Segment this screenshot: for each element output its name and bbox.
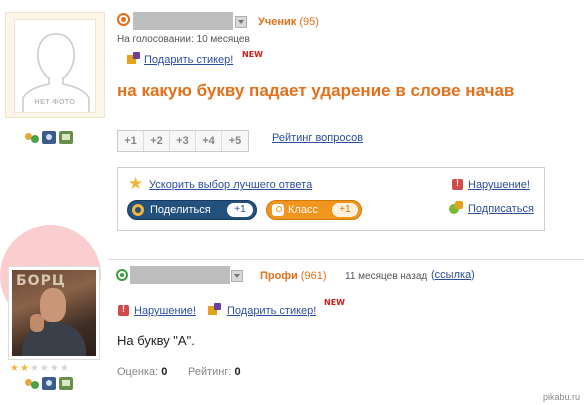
question-rating-buttons: +1 +2 +3 +4 +5 bbox=[117, 130, 249, 152]
no-photo-placeholder: НЕТ ФОТО bbox=[14, 19, 96, 113]
author-photo: БОРЦ bbox=[12, 270, 96, 356]
rate-plus-2-button[interactable]: +2 bbox=[144, 131, 170, 151]
share-label: Поделиться bbox=[150, 204, 211, 216]
report-violation-link[interactable]: Нарушение! bbox=[468, 179, 530, 191]
answer-author-rank: Профи (961) bbox=[260, 270, 326, 282]
answer-text: На букву "А". bbox=[117, 333, 195, 348]
share-count: +1 bbox=[227, 203, 253, 217]
author-menu-chevron-icon[interactable] bbox=[235, 16, 247, 28]
sticker-gift-icon bbox=[127, 52, 141, 65]
rank-score: (95) bbox=[299, 16, 319, 28]
share-button[interactable]: Поделиться +1 bbox=[127, 200, 257, 220]
no-photo-label: НЕТ ФОТО bbox=[34, 99, 76, 106]
video-icon[interactable] bbox=[59, 377, 73, 390]
star-empty-icon: ★ bbox=[29, 363, 39, 374]
class-label: Класс bbox=[288, 204, 318, 216]
people-icon[interactable] bbox=[25, 377, 39, 390]
rating-value: 0 bbox=[161, 366, 168, 378]
rate-plus-5-button[interactable]: +5 bbox=[222, 131, 248, 151]
question-actions-panel bbox=[117, 167, 545, 231]
camera-icon[interactable] bbox=[42, 131, 56, 144]
star-empty-icon: ★ bbox=[39, 363, 49, 374]
sticker-gift-icon bbox=[208, 303, 222, 316]
photo-face bbox=[40, 288, 66, 322]
reputation-value: 0 bbox=[234, 366, 241, 378]
online-status-icon bbox=[116, 269, 128, 281]
question-author-icons bbox=[25, 131, 73, 144]
odnoklassniki-icon bbox=[272, 204, 284, 216]
people-icon[interactable] bbox=[25, 131, 39, 144]
author-menu-chevron-icon[interactable] bbox=[231, 270, 243, 282]
rating-label: Оценка: bbox=[117, 366, 159, 378]
answer-author-name-redacted[interactable] bbox=[130, 266, 230, 284]
photo-hand bbox=[30, 314, 44, 332]
watermark: pikabu.ru bbox=[542, 392, 580, 402]
answer-author-avatar[interactable]: БОРЦ bbox=[8, 266, 100, 360]
class-count: +1 bbox=[332, 203, 358, 217]
mail-at-icon bbox=[132, 204, 144, 216]
answer-reputation: Рейтинг: 0 bbox=[188, 366, 241, 378]
rate-plus-1-button[interactable]: +1 bbox=[118, 131, 144, 151]
speed-up-best-answer-link[interactable]: Ускорить выбор лучшего ответа bbox=[149, 179, 312, 191]
rate-plus-4-button[interactable]: +4 bbox=[196, 131, 222, 151]
warning-icon bbox=[118, 304, 129, 316]
report-violation-link[interactable]: Нарушение! bbox=[134, 305, 196, 317]
rank-score: (961) bbox=[300, 270, 327, 282]
question-rating-link[interactable]: Рейтинг вопросов bbox=[272, 132, 363, 144]
star-filled-icon: ★ bbox=[10, 363, 19, 374]
answer-divider bbox=[108, 259, 584, 260]
star-filled-icon: ★ bbox=[19, 363, 29, 374]
rate-plus-3-button[interactable]: +3 bbox=[170, 131, 196, 151]
odnoklassniki-class-button[interactable]: Класс +1 bbox=[266, 200, 362, 220]
at-icon bbox=[117, 13, 130, 26]
author-level-stars: ★ ★ ★ ★ ★ ★ bbox=[10, 364, 69, 374]
answer-permalink: (ссылка) bbox=[431, 269, 475, 281]
gift-sticker-link[interactable]: Подарить стикер! bbox=[144, 54, 233, 66]
subscribe-icon bbox=[449, 201, 465, 215]
permalink-link[interactable]: ссылка bbox=[435, 269, 472, 281]
question-title: на какую букву падает ударение в слове н… bbox=[117, 81, 515, 100]
subscribe-link[interactable]: Подписаться bbox=[468, 203, 534, 215]
question-author-avatar[interactable]: НЕТ ФОТО bbox=[5, 12, 105, 118]
photo-wall-text: БОРЦ bbox=[16, 273, 66, 289]
video-icon[interactable] bbox=[59, 131, 73, 144]
answer-rating: Оценка: 0 bbox=[117, 366, 167, 378]
gift-sticker-link[interactable]: Подарить стикер! bbox=[227, 305, 316, 317]
star-empty-icon: ★ bbox=[59, 363, 69, 374]
new-badge: NEW bbox=[242, 50, 263, 59]
answer-time: 11 месяцев назад bbox=[345, 271, 428, 282]
star-icon bbox=[128, 174, 144, 194]
paren-close: ) bbox=[471, 269, 475, 281]
question-author-rank: Ученик (95) bbox=[258, 16, 319, 28]
reputation-label: Рейтинг: bbox=[188, 366, 232, 378]
rank-label: Ученик bbox=[258, 16, 297, 28]
new-badge: NEW bbox=[324, 298, 345, 307]
answer-author-icons bbox=[25, 377, 73, 390]
warning-icon bbox=[452, 178, 463, 190]
voting-status: На голосовании: 10 месяцев bbox=[117, 34, 250, 45]
question-author-name-redacted[interactable] bbox=[133, 12, 233, 30]
star-empty-icon: ★ bbox=[49, 363, 59, 374]
rank-label: Профи bbox=[260, 270, 298, 282]
camera-icon[interactable] bbox=[42, 377, 56, 390]
